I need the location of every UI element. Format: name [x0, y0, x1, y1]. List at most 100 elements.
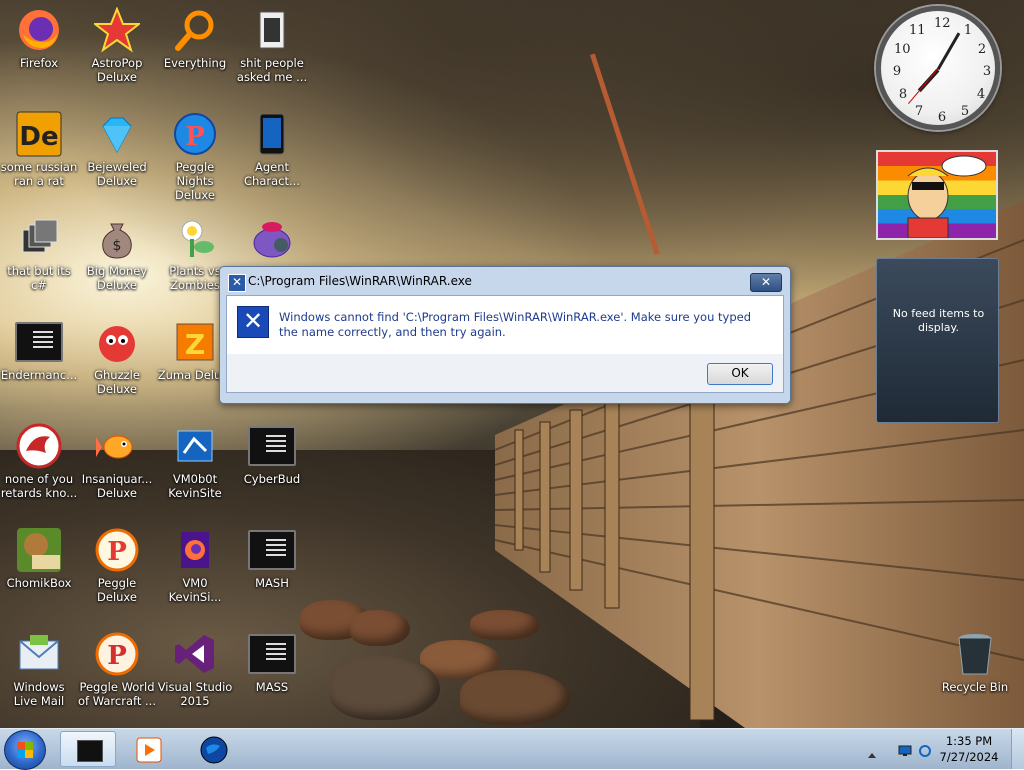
clock-gadget[interactable]: 12 1 2 3 4 5 6 7 8 9 10 11 — [876, 6, 1000, 130]
dialog-message: Windows cannot find 'C:\Program Files\Wi… — [279, 310, 752, 339]
taskbar-media-player-button[interactable] — [122, 731, 178, 767]
network-icon[interactable] — [898, 742, 912, 756]
clock-number: 3 — [982, 64, 992, 79]
dialog-close-button[interactable]: ✕ — [750, 273, 782, 292]
volume-icon[interactable] — [918, 742, 932, 757]
desktop-icon-ghuzzle[interactable]: Ghuzzle Deluxe — [78, 318, 156, 396]
peggle-icon: P — [93, 526, 141, 574]
recycle-bin-icon — [951, 630, 999, 678]
desktop-icon-chomikbox[interactable]: ChomikBox — [0, 526, 78, 590]
firefox-file-icon — [171, 526, 219, 574]
desktop-icon-agent-character[interactable]: Agent Charact... — [233, 110, 311, 188]
red-creature-icon — [93, 318, 141, 366]
chomikbox-icon — [15, 526, 63, 574]
firefox-icon — [15, 6, 63, 54]
desktop-icon-visual-studio[interactable]: Visual Studio 2015 — [156, 630, 234, 708]
ok-button[interactable]: OK — [707, 363, 773, 385]
wallpaper-rock — [350, 610, 410, 646]
icon-label: MASS — [255, 680, 289, 694]
terminal-icon — [248, 422, 296, 470]
desktop-icon-mass[interactable]: MASS — [233, 630, 311, 694]
clock-number: 11 — [909, 23, 926, 38]
clock-time: 1:35 PM — [945, 734, 993, 748]
svg-text:P: P — [107, 537, 127, 567]
dialog-footer: OK — [226, 354, 784, 393]
desktop-icon-peggle-nights[interactable]: P Peggle Nights Deluxe — [156, 110, 234, 202]
system-clock[interactable]: 1:35 PM 7/27/2024 — [934, 733, 1004, 765]
icon-label: ChomikBox — [6, 576, 72, 590]
desktop-icon-endermanc[interactable]: Endermanc... — [0, 318, 78, 382]
icon-label: Agent Charact... — [244, 160, 300, 188]
desktop-icon-peggle-deluxe[interactable]: P Peggle Deluxe — [78, 526, 156, 604]
desktop-icon-peggle-wow[interactable]: P Peggle World of Warcraft ... — [78, 630, 156, 708]
desktop-icon-that-but-its-c[interactable]: that but its c# — [0, 214, 78, 292]
peggle-nights-icon: P — [171, 110, 219, 158]
desktop-icon-recycle-bin[interactable]: Recycle Bin — [936, 630, 1014, 694]
clock-number: 1 — [963, 23, 973, 38]
diamond-gem-icon — [93, 110, 141, 158]
peggle-icon: P — [93, 630, 141, 678]
desktop-icon-purple-bag[interactable] — [233, 214, 311, 264]
windows-stack-icon — [15, 214, 63, 262]
feed-headlines-gadget[interactable]: No feed items to display. — [876, 258, 999, 423]
vm-icon — [171, 422, 219, 470]
terminal-icon — [248, 526, 296, 574]
icon-label: none of you retards kno... — [0, 472, 78, 500]
phone-icon — [248, 110, 296, 158]
clock-number: 6 — [937, 110, 947, 125]
cartoon-face-image — [907, 155, 987, 239]
clock-second-hand — [908, 68, 939, 105]
icon-label: Visual Studio 2015 — [157, 680, 233, 708]
icon-label: Recycle Bin — [941, 680, 1009, 694]
svg-text:De: De — [19, 122, 58, 152]
desktop-icon-windows-live-mail[interactable]: Windows Live Mail — [0, 630, 78, 708]
visual-studio-icon — [171, 630, 219, 678]
clock-number: 8 — [898, 87, 908, 102]
desktop-icon-vm0-kevinsite[interactable]: VM0 KevinSi... — [156, 526, 234, 604]
slideshow-gadget[interactable] — [876, 150, 998, 240]
desktop-icon-mash[interactable]: MASH — [233, 526, 311, 590]
desktop-icon-bejeweled[interactable]: Bejeweled Deluxe — [78, 110, 156, 188]
icon-label: CyberBud — [243, 472, 301, 486]
desktop-icon-astropop[interactable]: AstroPop Deluxe — [78, 6, 156, 84]
desktop-icon-none-of-you[interactable]: none of you retards kno... — [0, 422, 78, 500]
svg-text:P: P — [107, 641, 127, 671]
desktop-icon-shit-people[interactable]: shit people asked me ... — [233, 6, 311, 84]
globe-icon — [200, 736, 228, 764]
mail-icon — [15, 630, 63, 678]
clock-number: 10 — [894, 42, 911, 57]
clock-number: 12 — [934, 16, 951, 31]
clock-number: 9 — [892, 64, 902, 79]
goldfish-icon — [93, 422, 141, 470]
icon-label: AstroPop Deluxe — [91, 56, 143, 84]
icon-label: Peggle Nights Deluxe — [175, 160, 215, 202]
taskbar-terminal-button[interactable] — [60, 731, 116, 767]
astropop-icon — [93, 6, 141, 54]
desktop-icon-big-money[interactable]: $ Big Money Deluxe — [78, 214, 156, 292]
icon-label: VM0 KevinSi... — [168, 576, 222, 604]
desktop-icon-insaniquarium[interactable]: Insaniquar... Deluxe — [78, 422, 156, 500]
show-desktop-button[interactable] — [1011, 729, 1024, 769]
icon-label: VM0b0t KevinSite — [168, 472, 222, 500]
icon-label: Big Money Deluxe — [86, 264, 148, 292]
icon-label: Endermanc... — [0, 368, 78, 382]
desktop-icon-everything[interactable]: Everything — [156, 6, 234, 70]
desktop-icon-cyberbud[interactable]: CyberBud — [233, 422, 311, 486]
desktop-icon-some-russian[interactable]: De some russian ran a rat — [0, 110, 78, 188]
show-hidden-icons-chevron-icon[interactable] — [868, 745, 876, 758]
taskbar-browser-button[interactable] — [186, 731, 242, 767]
error-icon: ✕ — [237, 306, 269, 338]
icon-label: some russian ran a rat — [0, 160, 78, 188]
start-button[interactable] — [4, 730, 46, 770]
file-icon — [248, 6, 296, 54]
terminal-icon — [15, 318, 63, 366]
icon-label: MASH — [255, 576, 289, 590]
purple-bag-icon — [248, 214, 296, 262]
desktop-icon-vm0b0t[interactable]: VM0b0t KevinSite — [156, 422, 234, 500]
terminal-icon — [248, 630, 296, 678]
svg-text:$: $ — [113, 238, 122, 254]
clock-number: 5 — [960, 104, 970, 119]
icon-label: Bejeweled Deluxe — [87, 160, 147, 188]
desktop-icon-firefox[interactable]: Firefox — [0, 6, 78, 70]
windows-logo-icon — [17, 742, 33, 758]
